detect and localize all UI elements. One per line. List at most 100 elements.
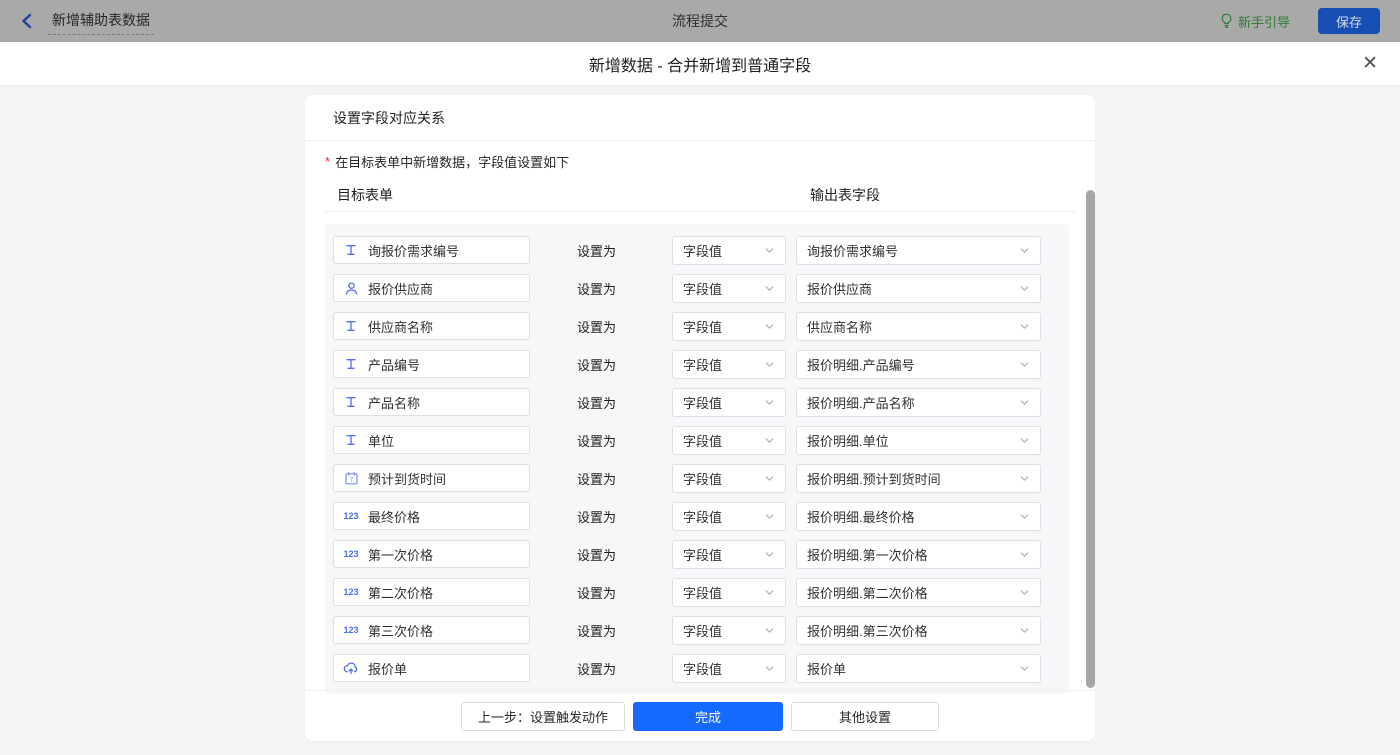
set-as-label: 设置为 — [577, 659, 619, 678]
value-type-select[interactable]: 字段值 — [672, 388, 786, 417]
mapping-row: 报价供应商设置为字段值报价供应商 — [333, 274, 1069, 302]
mapping-row: 123第三次价格设置为字段值报价明细.第三次价格 — [333, 616, 1069, 644]
output-field-select[interactable]: 报价明细.产品编号 — [796, 350, 1041, 379]
output-field-select[interactable]: 询报价需求编号 — [796, 236, 1041, 265]
set-as-label: 设置为 — [577, 431, 619, 450]
set-as-label: 设置为 — [577, 393, 619, 412]
target-field-input[interactable]: 123最终价格 — [333, 502, 530, 530]
value-type-select[interactable]: 字段值 — [672, 540, 786, 569]
mapping-row: 报价单 设置为 字段值 报价单 — [333, 654, 1069, 682]
chevron-down-icon — [764, 549, 775, 560]
beginner-guide-label: 新手引导 — [1238, 12, 1290, 31]
output-field-value: 报价明细.第三次价格 — [807, 621, 928, 640]
lightbulb-icon — [1220, 13, 1233, 29]
target-field-input[interactable]: 产品名称 — [333, 388, 530, 416]
mapping-row: 产品编号 设置为 字段值报价明细.产品编号 — [333, 350, 1069, 378]
chevron-down-icon — [1019, 663, 1030, 674]
chevron-down-icon — [764, 435, 775, 446]
done-button[interactable]: 完成 — [633, 702, 783, 731]
target-field-input[interactable]: 报价供应商 — [333, 274, 530, 302]
value-type-select[interactable]: 字段值 — [672, 312, 786, 341]
value-type-select[interactable]: 字段值 — [672, 350, 786, 379]
target-field-label: 供应商名称 — [368, 317, 433, 336]
mapping-row: 产品名称 设置为 字段值 报价明细.产品名称 — [333, 388, 1069, 416]
value-type-value: 字段值 — [683, 393, 722, 412]
value-type-value: 字段值 — [683, 241, 722, 260]
target-field-input[interactable]: 123第三次价格 — [333, 616, 530, 644]
value-type-select[interactable]: 字段值 — [672, 426, 786, 455]
flow-name-title[interactable]: 新增辅助表数据 — [48, 8, 154, 35]
chevron-down-icon — [764, 663, 775, 674]
mapping-row: 询报价需求编号设置为字段值询报价需求编号 — [333, 236, 1069, 264]
value-type-select[interactable]: 字段值 — [672, 274, 786, 303]
target-field-input[interactable]: 询报价需求编号 — [333, 236, 530, 264]
target-field-input[interactable]: 7预计到货时间 — [333, 464, 530, 492]
set-as-label: 设置为 — [577, 583, 619, 602]
save-button[interactable]: 保存 — [1318, 8, 1380, 34]
value-type-select[interactable]: 字段值 — [672, 236, 786, 265]
chevron-down-icon — [1019, 245, 1030, 256]
number-field-icon: 123 — [343, 549, 359, 559]
target-form-header: 目标表单 — [337, 185, 393, 205]
chevron-down-icon — [764, 321, 775, 332]
output-field-value: 供应商名称 — [807, 317, 872, 336]
output-field-select[interactable]: 报价供应商 — [796, 274, 1041, 303]
output-field-select[interactable]: 报价明细.第一次价格 — [796, 540, 1041, 569]
chevron-down-icon — [1019, 511, 1030, 522]
prev-step-button[interactable]: 上一步：设置触发动作 — [461, 702, 625, 731]
value-type-select[interactable]: 字段值 — [672, 502, 786, 531]
value-type-value: 字段值 — [683, 469, 722, 488]
set-as-label: 设置为 — [577, 507, 619, 526]
chevron-down-icon — [1019, 397, 1030, 408]
target-field-input[interactable]: 123 第一次价格 — [333, 540, 530, 568]
set-as-label: 设置为 — [577, 355, 619, 374]
value-type-select[interactable]: 字段值 — [672, 578, 786, 607]
column-headers: 目标表单 输出表字段 — [325, 182, 1075, 212]
value-type-select[interactable]: 字段值 — [672, 616, 786, 645]
target-field-input[interactable]: 产品编号 — [333, 350, 530, 378]
value-type-select[interactable]: 字段值 — [672, 654, 786, 683]
chevron-down-icon — [1019, 321, 1030, 332]
chevron-down-icon — [764, 245, 775, 256]
target-field-input[interactable]: 供应商名称 — [333, 312, 530, 340]
card-title: 设置字段对应关系 — [305, 95, 1095, 141]
beginner-guide-link[interactable]: 新手引导 — [1220, 12, 1290, 31]
back-icon[interactable] — [20, 13, 34, 29]
target-field-input[interactable]: 报价单 — [333, 654, 530, 682]
text-field-icon — [343, 395, 359, 409]
output-field-value: 报价明细.预计到货时间 — [807, 469, 941, 488]
mapping-list: 询报价需求编号设置为字段值询报价需求编号报价供应商设置为字段值报价供应商供应商名… — [325, 224, 1069, 694]
target-field-label: 第一次价格 — [368, 545, 433, 564]
set-as-label: 设置为 — [577, 545, 619, 564]
mapping-row: 123最终价格 设置为 字段值报价明细.最终价格 — [333, 502, 1069, 530]
output-field-select[interactable]: 供应商名称 — [796, 312, 1041, 341]
close-icon[interactable]: ✕ — [1362, 54, 1378, 73]
target-field-label: 产品名称 — [368, 393, 420, 412]
text-field-icon — [343, 319, 359, 333]
output-field-select[interactable]: 报价明细.单位 — [796, 426, 1041, 455]
upload-field-icon — [343, 661, 359, 675]
chevron-down-icon — [1019, 587, 1030, 598]
number-field-icon: 123 — [343, 587, 359, 597]
target-field-input[interactable]: 123第二次价格 — [333, 578, 530, 606]
chevron-down-icon — [1019, 283, 1030, 294]
target-field-label: 预计到货时间 — [368, 469, 446, 488]
target-field-input[interactable]: 单位 — [333, 426, 530, 454]
number-field-icon: 123 — [343, 625, 359, 635]
target-field-label: 单位 — [368, 431, 394, 450]
target-field-label: 最终价格 — [368, 507, 420, 526]
value-type-value: 字段值 — [683, 659, 722, 678]
chevron-down-icon — [1019, 549, 1030, 560]
output-field-select[interactable]: 报价单 — [796, 654, 1041, 683]
output-field-select[interactable]: 报价明细.预计到货时间 — [796, 464, 1041, 493]
set-as-label: 设置为 — [577, 469, 619, 488]
value-type-select[interactable]: 字段值 — [672, 464, 786, 493]
mapping-row: 供应商名称设置为字段值供应商名称 — [333, 312, 1069, 340]
other-settings-button[interactable]: 其他设置 — [791, 702, 939, 731]
output-field-select[interactable]: 报价明细.第二次价格 — [796, 578, 1041, 607]
scrollbar-thumb[interactable] — [1086, 190, 1095, 688]
output-field-select[interactable]: 报价明细.第三次价格 — [796, 616, 1041, 645]
output-field-select[interactable]: 报价明细.产品名称 — [796, 388, 1041, 417]
required-asterisk: * — [325, 154, 330, 169]
output-field-select[interactable]: 报价明细.最终价格 — [796, 502, 1041, 531]
